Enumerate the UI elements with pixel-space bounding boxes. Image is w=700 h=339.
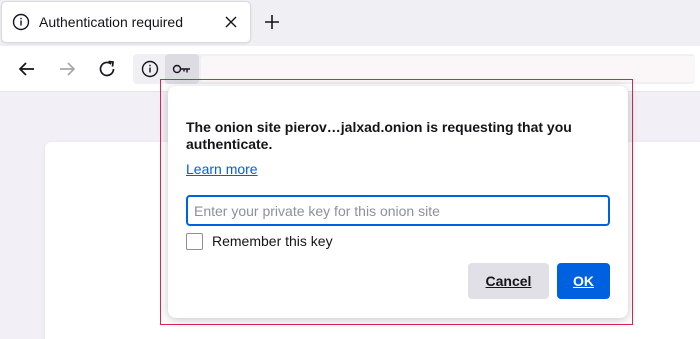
tab-authentication[interactable]: Authentication required bbox=[2, 2, 250, 42]
close-icon[interactable] bbox=[224, 15, 238, 29]
info-icon bbox=[12, 13, 30, 31]
arrow-left-icon[interactable] bbox=[16, 58, 38, 80]
cancel-button[interactable]: Cancel bbox=[468, 263, 549, 299]
learn-more-link[interactable]: Learn more bbox=[186, 161, 258, 177]
ok-button[interactable]: OK bbox=[557, 263, 610, 299]
cancel-label: Cancel bbox=[485, 273, 532, 289]
remember-label: Remember this key bbox=[212, 233, 333, 249]
auth-popup: The onion site pierov…jalxad.onion is re… bbox=[168, 86, 628, 318]
key-icon bbox=[172, 64, 190, 74]
tab-strip: Authentication required bbox=[0, 0, 700, 46]
plus-icon[interactable] bbox=[262, 12, 282, 32]
private-key-input[interactable] bbox=[186, 195, 610, 226]
info-icon[interactable] bbox=[141, 60, 159, 78]
ok-label: OK bbox=[573, 273, 594, 289]
remember-row: Remember this key bbox=[186, 232, 333, 250]
remember-checkbox[interactable] bbox=[186, 232, 203, 250]
reload-icon[interactable] bbox=[96, 58, 118, 80]
tab-title: Authentication required bbox=[39, 14, 183, 30]
arrow-right-icon[interactable] bbox=[56, 58, 78, 80]
popup-message: The onion site pierov…jalxad.onion is re… bbox=[186, 119, 572, 152]
